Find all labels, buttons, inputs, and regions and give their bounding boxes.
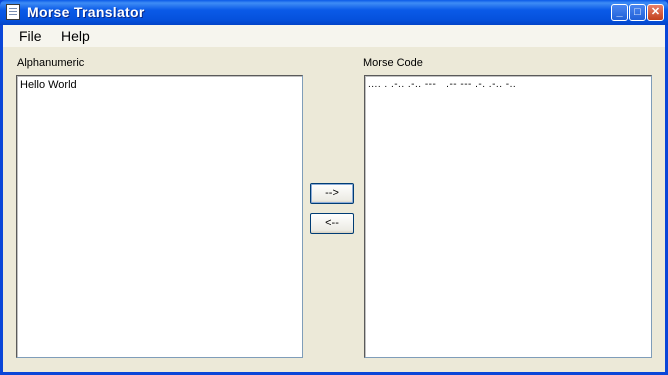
translate-to-alphanumeric-button[interactable]: <-- [310,213,354,234]
close-button[interactable]: ✕ [647,4,664,21]
morse-code-label: Morse Code [363,57,423,69]
maximize-icon: □ [634,6,641,18]
morse-code-textbox[interactable]: .... . .-.. .-.. --- .-- --- .-. .-.. -.… [364,75,652,358]
close-icon: ✕ [650,6,661,18]
menu-help[interactable]: Help [57,28,94,44]
menu-file[interactable]: File [15,28,46,44]
minimize-button[interactable]: _ [611,4,628,21]
alphanumeric-textbox[interactable]: Hello World [16,75,303,358]
title-bar[interactable]: Morse Translator _ □ ✕ [0,0,668,25]
app-window: Morse Translator _ □ ✕ File Help Alphanu… [0,0,668,375]
maximize-button[interactable]: □ [629,4,646,21]
client-area: File Help Alphanumeric Morse Code Hello … [3,25,665,372]
alphanumeric-label: Alphanumeric [17,57,85,69]
window-title: Morse Translator [27,4,145,20]
notepad-icon [6,4,20,20]
minimize-icon: _ [616,6,623,18]
translate-to-morse-button[interactable]: --> [310,183,354,204]
menu-bar: File Help [3,25,665,47]
